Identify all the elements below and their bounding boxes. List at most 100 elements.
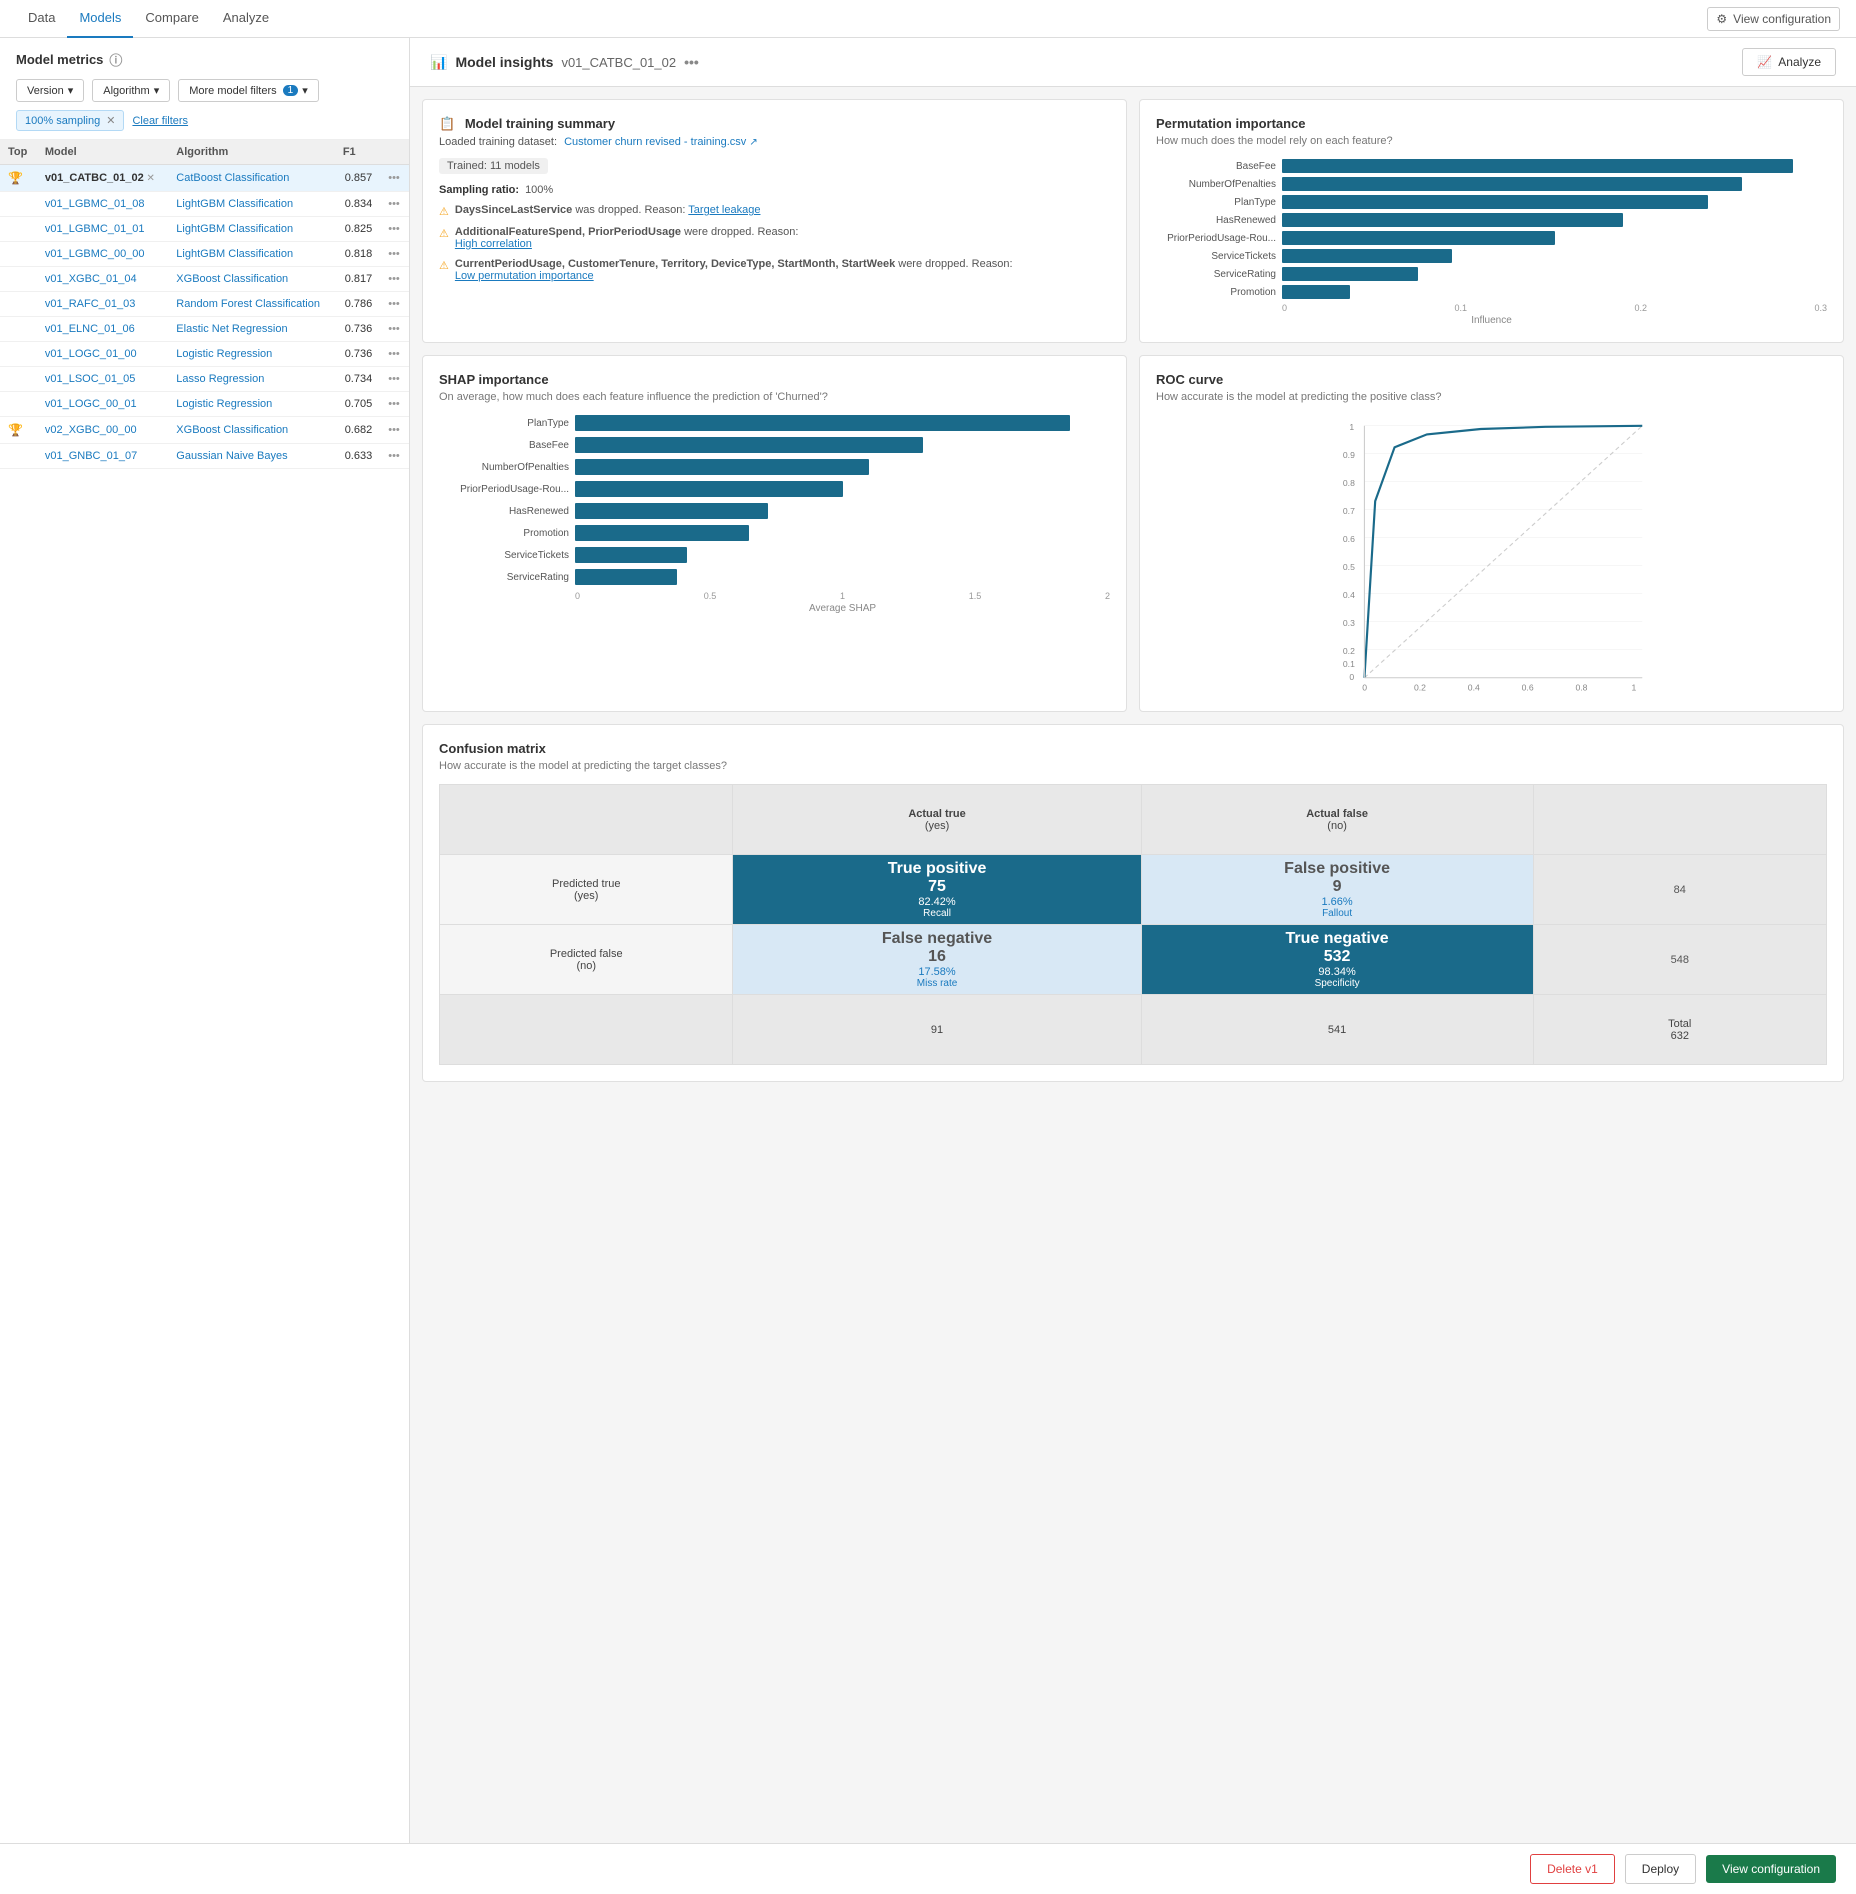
row-more-options[interactable]: •••: [388, 348, 400, 360]
analyze-icon: 📈: [1757, 55, 1772, 69]
delete-v1-button[interactable]: Delete v1: [1530, 1854, 1615, 1884]
row-more-options[interactable]: •••: [388, 223, 400, 235]
row-more-options[interactable]: •••: [388, 450, 400, 462]
svg-text:0: 0: [1362, 683, 1367, 693]
dataset-link[interactable]: Customer churn revised - training.csv: [564, 136, 746, 148]
shap-bar-container: [575, 459, 1110, 475]
table-row[interactable]: 🏆v01_CATBC_01_02 ✕CatBoost Classificatio…: [0, 165, 409, 192]
row-more-options[interactable]: •••: [388, 198, 400, 210]
table-row[interactable]: v01_LGBMC_01_01LightGBM Classification0.…: [0, 217, 409, 242]
model-name-link[interactable]: v01_LGBMC_01_08: [45, 198, 145, 210]
low-permutation-link[interactable]: Low permutation importance: [455, 270, 594, 282]
training-summary-panel: 📋 Model training summary Loaded training…: [422, 99, 1127, 343]
summary-icon: 📋: [439, 116, 455, 131]
version-filter[interactable]: Version ▾: [16, 79, 84, 102]
col-actions: [380, 140, 409, 165]
table-row[interactable]: v01_RAFC_01_03 Random Forest Classificati…: [0, 292, 409, 317]
algorithm-link[interactable]: LightGBM Classification: [176, 198, 293, 210]
model-name-link[interactable]: v01_XGBC_01_04: [45, 273, 137, 285]
row-more-options[interactable]: •••: [388, 248, 400, 260]
perm-feature-label: ServiceRating: [1156, 269, 1276, 280]
model-name-link[interactable]: v01_RAFC_01_03: [45, 298, 136, 310]
model-name-link[interactable]: v01_LGBMC_01_01: [45, 223, 145, 235]
table-row[interactable]: v01_LSOC_01_05Lasso Regression0.734•••: [0, 367, 409, 392]
info-icon[interactable]: ⓘ: [109, 50, 122, 69]
algorithm-link[interactable]: Logistic Regression: [176, 398, 272, 410]
table-row[interactable]: v01_ELNC_01_06Elastic Net Regression0.73…: [0, 317, 409, 342]
algorithm-link[interactable]: CatBoost Classification: [176, 172, 289, 184]
shap-bar: [575, 415, 1070, 431]
svg-text:0.9: 0.9: [1343, 450, 1355, 460]
perm-bar-row: ServiceRating: [1156, 267, 1827, 281]
view-configuration-button[interactable]: ⚙ View configuration: [1707, 7, 1840, 31]
algorithm-link[interactable]: XGBoost Classification: [176, 424, 288, 436]
table-row[interactable]: v01_LOGC_01_00Logistic Regression0.736••…: [0, 342, 409, 367]
row-top-indicator: [0, 367, 37, 392]
shap-bar-container: [575, 525, 1110, 541]
algorithm-link[interactable]: LightGBM Classification: [176, 223, 293, 235]
row-more-options[interactable]: •••: [388, 373, 400, 385]
svg-text:1: 1: [1349, 422, 1354, 432]
f1-score: 0.818: [335, 242, 380, 267]
algorithm-link[interactable]: Random Forest Classification: [176, 298, 320, 310]
model-name-link[interactable]: v01_GNBC_01_07: [45, 450, 137, 462]
model-name-link[interactable]: v01_LOGC_00_01: [45, 398, 137, 410]
nav-analyze[interactable]: Analyze: [211, 0, 281, 38]
algorithm-link[interactable]: Logistic Regression: [176, 348, 272, 360]
svg-text:1: 1: [1632, 683, 1637, 693]
row-more-options[interactable]: •••: [388, 323, 400, 335]
cm-total-header: [1533, 785, 1826, 855]
shap-bar: [575, 481, 843, 497]
model-name-link[interactable]: v01_LOGC_01_00: [45, 348, 137, 360]
svg-text:0.4: 0.4: [1343, 590, 1355, 600]
more-model-filters[interactable]: More model filters 1 ▾: [178, 79, 319, 102]
clear-filters-link[interactable]: Clear filters: [132, 115, 188, 127]
remove-filter-button[interactable]: ✕: [106, 114, 115, 127]
left-panel: Model metrics ⓘ Version ▾ Algorithm ▾ Mo…: [0, 38, 410, 1843]
model-name-link[interactable]: v01_LGBMC_00_00: [45, 248, 145, 260]
model-name-link[interactable]: v01_ELNC_01_06: [45, 323, 135, 335]
sampling-filter-tag: 100% sampling ✕: [16, 110, 124, 131]
nav-data[interactable]: Data: [16, 0, 67, 38]
row-more-options[interactable]: •••: [388, 298, 400, 310]
model-name-link[interactable]: v01_CATBC_01_02: [45, 172, 144, 184]
high-correlation-link[interactable]: High correlation: [455, 238, 532, 250]
view-configuration-green-button[interactable]: View configuration: [1706, 1855, 1836, 1883]
table-row[interactable]: 🏆v02_XGBC_00_00XGBoost Classification0.6…: [0, 417, 409, 444]
perm-bar: [1282, 249, 1452, 263]
table-row[interactable]: v01_GNBC_01_07Gaussian Naive Bayes0.633•…: [0, 444, 409, 469]
row-more-options[interactable]: •••: [388, 273, 400, 285]
row-more-options[interactable]: •••: [388, 172, 400, 184]
model-name-link[interactable]: v01_LSOC_01_05: [45, 373, 136, 385]
table-row[interactable]: v01_XGBC_01_04XGBoost Classification0.81…: [0, 267, 409, 292]
algorithm-link[interactable]: XGBoost Classification: [176, 273, 288, 285]
shap-feature-label: BaseFee: [439, 440, 569, 451]
svg-text:0.8: 0.8: [1576, 683, 1588, 693]
deploy-button[interactable]: Deploy: [1625, 1854, 1696, 1884]
more-options-button[interactable]: •••: [684, 54, 699, 70]
row-more-options[interactable]: •••: [388, 424, 400, 436]
analyze-button[interactable]: 📈 Analyze: [1742, 48, 1836, 76]
target-leakage-link[interactable]: Target leakage: [688, 204, 760, 216]
svg-text:0.1: 0.1: [1343, 659, 1355, 669]
remove-model-button[interactable]: ✕: [144, 173, 155, 184]
cm-false-negative: False negative16 17.58% Miss rate: [733, 925, 1141, 995]
table-row[interactable]: v01_LOGC_00_01Logistic Regression0.705••…: [0, 392, 409, 417]
model-version-label: v01_CATBC_01_02: [561, 55, 676, 70]
algorithm-link[interactable]: Gaussian Naive Bayes: [176, 450, 287, 462]
table-row[interactable]: v01_LGBMC_00_00 LightGBM Classification 0.…: [0, 242, 409, 267]
algorithm-link[interactable]: Lasso Regression: [176, 373, 264, 385]
model-name-link[interactable]: v02_XGBC_00_00: [45, 424, 137, 436]
row-more-options[interactable]: •••: [388, 398, 400, 410]
algorithm-link[interactable]: LightGBM Classification: [176, 248, 293, 260]
left-panel-header: Model metrics ⓘ Version ▾ Algorithm ▾ Mo…: [0, 38, 409, 140]
shap-bar: [575, 459, 869, 475]
algorithm-link[interactable]: Elastic Net Regression: [176, 323, 287, 335]
nav-models[interactable]: Models: [67, 0, 133, 38]
nav-compare[interactable]: Compare: [133, 0, 210, 38]
permutation-importance-chart: BaseFeeNumberOfPenaltiesPlanTypeHasRenew…: [1156, 159, 1827, 313]
table-row[interactable]: v01_LGBMC_01_08LightGBM Classification0.…: [0, 192, 409, 217]
algorithm-filter[interactable]: Algorithm ▾: [92, 79, 170, 102]
cm-specificity-label: Specificity: [1142, 978, 1533, 989]
trophy-icon: 🏆: [8, 423, 23, 437]
